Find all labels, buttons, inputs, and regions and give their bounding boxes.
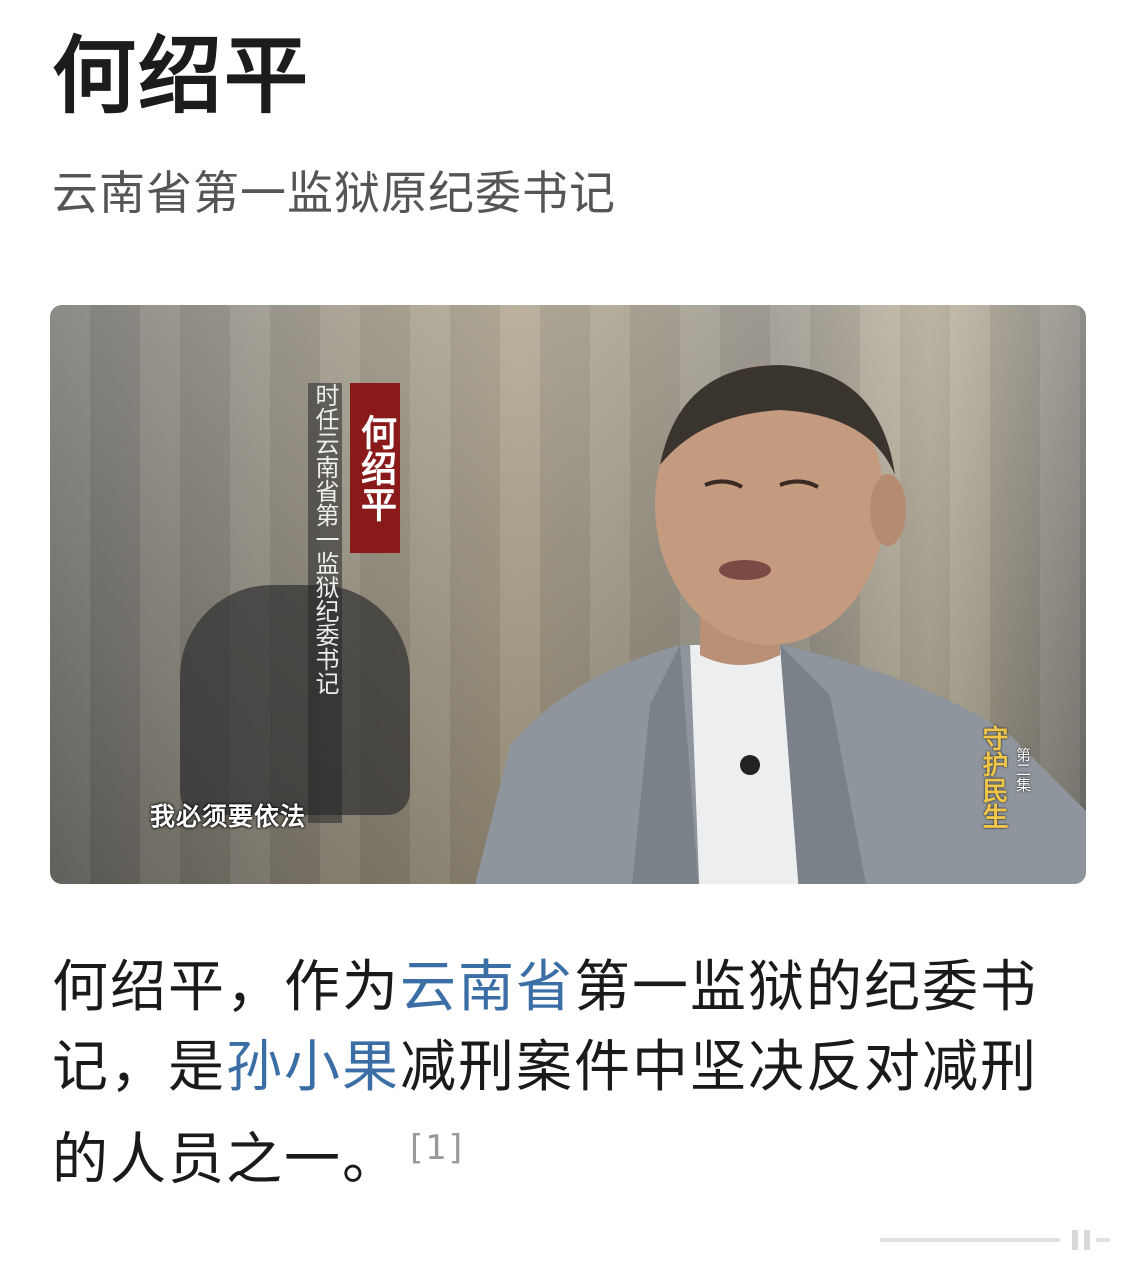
portrait-photo[interactable]: 时任云南省第一监狱纪委书记 何绍平 我必须要依法 守护民生 第二集 <box>50 305 1086 884</box>
paragraph-text-1: 何绍平，作为 <box>52 955 400 1020</box>
role-caption: 时任云南省第一监狱纪委书记 <box>308 383 342 823</box>
program-episode: 第二集 <box>1014 747 1032 792</box>
name-lower-third: 时任云南省第一监狱纪委书记 何绍平 <box>308 383 400 843</box>
page-subtitle: 云南省第一监狱原纪委书记 <box>52 166 616 220</box>
reference-link[interactable]: [1] <box>410 1128 464 1168</box>
watermark-icon <box>880 1230 1110 1250</box>
name-badge: 何绍平 <box>350 383 400 553</box>
video-subtitle: 我必须要依法 <box>150 802 307 831</box>
page-title: 何绍平 <box>52 27 311 125</box>
article-paragraph: 何绍平，作为云南省第一监狱的纪委书记，是孙小果减刑案件中坚决反对减刑的人员之一。… <box>52 948 1092 1201</box>
link-yunnan[interactable]: 云南省 <box>400 955 574 1020</box>
program-logo: 守护民生 第二集 <box>978 725 1048 855</box>
link-sun-xiaoguo[interactable]: 孙小果 <box>226 1035 400 1100</box>
program-title: 守护民生 <box>978 725 1008 829</box>
